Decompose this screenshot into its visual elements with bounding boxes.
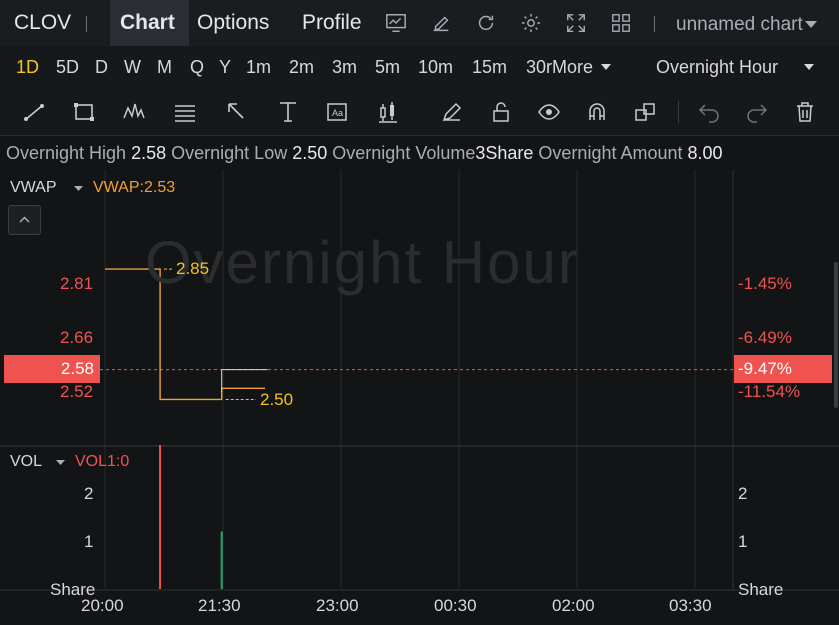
- percent-tick: -6.49%: [738, 328, 792, 347]
- price-tick: 2.81: [60, 274, 94, 293]
- fibonacci-icon[interactable]: [173, 100, 197, 124]
- low-value: 2.50: [292, 143, 328, 163]
- tab-options[interactable]: Options: [197, 11, 269, 35]
- vwap-indicator-label[interactable]: VWAP: [10, 179, 57, 197]
- chevron-up-icon: [19, 216, 30, 223]
- high-value: 2.58: [131, 143, 167, 163]
- eye-icon[interactable]: [537, 100, 561, 124]
- redo-icon[interactable]: [745, 100, 769, 124]
- time-tick: 00:30: [434, 596, 477, 615]
- timeframe-1d[interactable]: 1D: [16, 57, 39, 78]
- current-percent-value: -9.47%: [738, 359, 792, 378]
- timeframe-30m[interactable]: 30r: [526, 57, 552, 78]
- caret-down-icon[interactable]: [56, 460, 65, 466]
- current-price-tag: 2.58: [4, 355, 100, 383]
- volume-value: 3Share: [475, 143, 534, 163]
- fullscreen-icon[interactable]: [565, 12, 587, 34]
- timeframe-y[interactable]: Y: [219, 57, 231, 78]
- refresh-icon[interactable]: [475, 12, 497, 34]
- edit-icon[interactable]: [430, 12, 452, 34]
- price-tick: 2.66: [60, 328, 94, 347]
- tab-chart[interactable]: Chart: [120, 11, 175, 35]
- volume-unit-right: Share: [738, 580, 784, 599]
- tab-profile[interactable]: Profile: [302, 11, 362, 35]
- measure-icon[interactable]: [276, 100, 300, 124]
- vwap-value: VWAP:2.53: [93, 179, 176, 196]
- divider: [86, 16, 87, 32]
- layers-icon[interactable]: [633, 100, 657, 124]
- volume-tick: 1: [738, 532, 748, 551]
- timeframe-1m[interactable]: 1m: [246, 57, 271, 78]
- session-summary: Overnight High 2.58 Overnight Low 2.50 O…: [6, 143, 723, 164]
- timeframe-more[interactable]: More: [552, 57, 593, 78]
- volume-tick: 1: [84, 532, 94, 551]
- low-label: Overnight Low: [171, 143, 288, 163]
- pencil-icon[interactable]: [440, 100, 464, 124]
- volume-bar: [159, 445, 162, 589]
- timeframe-2m[interactable]: 2m: [289, 57, 314, 78]
- caret-down-icon[interactable]: [805, 21, 817, 29]
- timeframe-q[interactable]: Q: [190, 57, 204, 78]
- time-tick: 21:30: [198, 596, 241, 615]
- timeframe-m[interactable]: M: [157, 57, 172, 78]
- divider: [654, 16, 655, 32]
- layout-grid-icon[interactable]: [610, 12, 632, 34]
- timeframe-d[interactable]: D: [95, 57, 108, 78]
- undo-icon[interactable]: [697, 100, 721, 124]
- time-tick: 03:30: [669, 596, 712, 615]
- time-tick: 20:00: [81, 596, 124, 615]
- divider: [678, 101, 679, 123]
- candlestick-icon[interactable]: [376, 100, 400, 124]
- timeframe-15m[interactable]: 15m: [472, 57, 507, 78]
- timeframe-5m[interactable]: 5m: [375, 57, 400, 78]
- current-price-value: 2.58: [60, 359, 94, 378]
- timeframe-3m[interactable]: 3m: [332, 57, 357, 78]
- trash-icon[interactable]: [793, 100, 817, 124]
- arrow-icon[interactable]: [225, 100, 249, 124]
- timeframe-5d[interactable]: 5D: [56, 57, 79, 78]
- svg-text:Aa: Aa: [332, 108, 343, 118]
- caret-down-icon[interactable]: [601, 64, 611, 71]
- chart-monitor-icon[interactable]: [385, 12, 407, 34]
- timeframe-10m[interactable]: 10m: [418, 57, 453, 78]
- low-marker-label: 2.50: [260, 390, 294, 409]
- collapse-button[interactable]: [8, 205, 41, 235]
- volume-label: Overnight Volume: [332, 143, 476, 163]
- pattern-icon[interactable]: [122, 100, 146, 124]
- session-watermark: Overnight Hour: [145, 229, 580, 296]
- unlock-icon[interactable]: [489, 100, 513, 124]
- percent-tick: -11.54%: [738, 382, 801, 401]
- volume-tick: 2: [738, 484, 748, 503]
- current-percent-tag: -9.47%: [734, 355, 832, 383]
- rectangle-icon[interactable]: [72, 100, 96, 124]
- time-tick: 02:00: [552, 596, 595, 615]
- volume-tick: 2: [84, 484, 94, 503]
- session-dropdown[interactable]: Overnight Hour: [656, 57, 778, 78]
- amount-label: Overnight Amount: [538, 143, 683, 163]
- symbol-label[interactable]: CLOV: [14, 11, 71, 35]
- timeframe-w[interactable]: W: [124, 57, 141, 78]
- caret-down-icon[interactable]: [74, 186, 83, 192]
- trend-line-icon[interactable]: [22, 100, 46, 124]
- time-tick: 23:00: [316, 596, 359, 615]
- amount-value: 8.00: [687, 143, 723, 163]
- gear-icon[interactable]: [520, 12, 542, 34]
- chart-name-dropdown[interactable]: unnamed chart: [676, 14, 803, 36]
- vertical-scrollbar[interactable]: [834, 262, 838, 408]
- vol-indicator-label[interactable]: VOL: [10, 453, 42, 471]
- magnet-icon[interactable]: [585, 100, 609, 124]
- text-tool-icon[interactable]: Aa: [325, 100, 349, 124]
- high-marker-label: 2.85: [176, 259, 210, 278]
- caret-down-icon[interactable]: [804, 64, 814, 71]
- percent-tick: -1.45%: [738, 274, 792, 293]
- vol-value: VOL1:0: [75, 453, 130, 470]
- price-tick: 2.52: [60, 382, 94, 401]
- high-label: Overnight High: [6, 143, 127, 163]
- volume-bar: [220, 531, 223, 589]
